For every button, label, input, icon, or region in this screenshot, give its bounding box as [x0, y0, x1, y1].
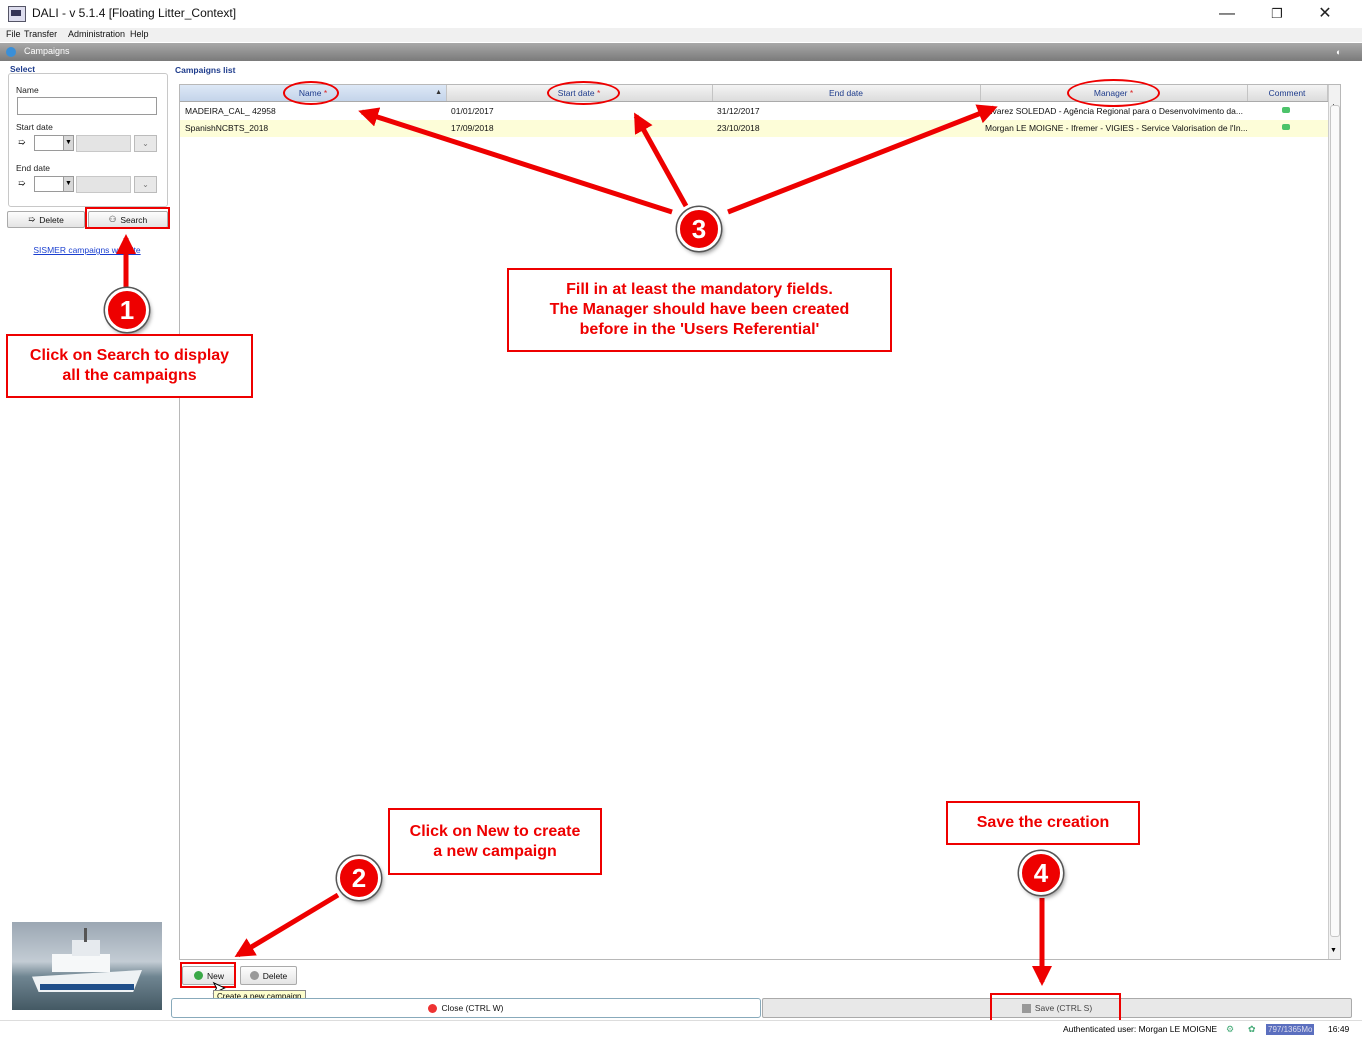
arrow-step3-name: [358, 107, 673, 215]
highlight-start-column: [547, 81, 620, 105]
callout-new: Click on New to create a new campaign: [388, 808, 602, 875]
arrow-step3-manager: [727, 104, 998, 215]
step-1-badge: 1: [105, 288, 149, 332]
highlight-name-column: [283, 81, 339, 105]
arrow-step2: [234, 892, 340, 958]
step-2-badge: 2: [337, 856, 381, 900]
callout-mandatory: Fill in at least the mandatory fields. T…: [507, 268, 892, 352]
annotation-arrows: [116, 104, 1052, 986]
callout-search: Click on Search to display all the campa…: [6, 334, 253, 398]
highlight-manager-column: [1067, 79, 1160, 107]
step-4-badge: 4: [1019, 851, 1063, 895]
step-3-badge: 3: [677, 207, 721, 251]
arrow-step3-start: [633, 112, 689, 208]
callout-save: Save the creation: [946, 801, 1140, 845]
